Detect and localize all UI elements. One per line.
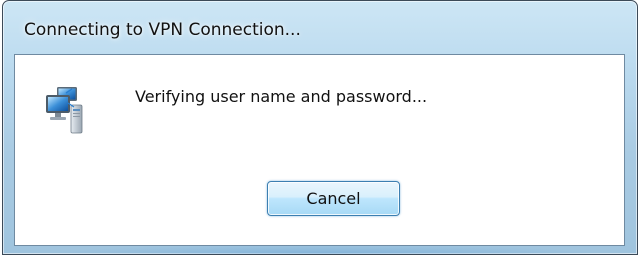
cancel-button-label: Cancel [306, 189, 361, 208]
cancel-button[interactable]: Cancel [267, 181, 400, 216]
window-title: Connecting to VPN Connection... [24, 20, 301, 40]
network-computer-icon [44, 83, 86, 135]
title-bar[interactable]: Connecting to VPN Connection... [3, 1, 637, 57]
frame-glow [43, 244, 603, 254]
status-message: Verifying user name and password... [135, 87, 428, 106]
vpn-connecting-dialog: Connecting to VPN Connection... Verifyin… [2, 0, 638, 255]
dialog-content: Verifying user name and password... Canc… [14, 54, 625, 246]
